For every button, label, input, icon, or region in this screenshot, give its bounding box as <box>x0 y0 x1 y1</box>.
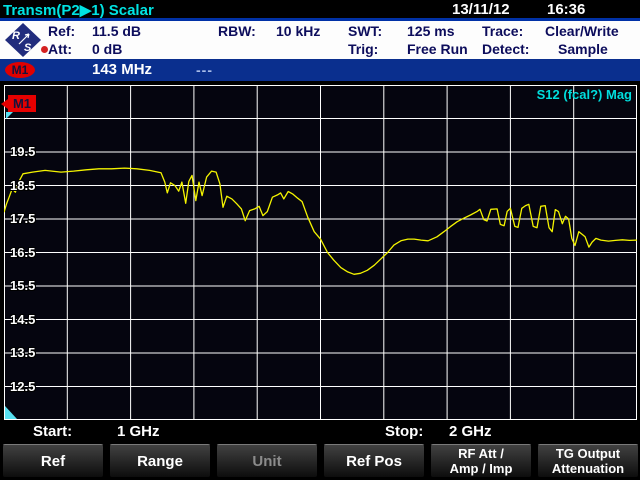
start-label: Start: <box>33 423 72 440</box>
corner-marker-icon <box>5 406 17 419</box>
settings-header: R S Ref: 11.5 dB Att: 0 dB RBW: 10 kHz S… <box>0 21 640 59</box>
softkey-rf-att-amp-imp[interactable]: RF Att / Amp / Imp <box>430 444 532 478</box>
y-axis-tick-label: 18.5 <box>10 178 52 193</box>
marker-flag[interactable]: M1 <box>8 95 36 112</box>
time-display: 16:36 <box>547 1 585 18</box>
softkey-rf-att-label: RF Att / Amp / Imp <box>450 446 513 476</box>
rbw-label: RBW: <box>218 23 256 39</box>
ref-label: Ref: <box>48 23 75 39</box>
softkey-range-label: Range <box>137 454 183 469</box>
y-axis-tick-label: 17.5 <box>10 211 52 226</box>
softkey-ref[interactable]: Ref <box>2 444 104 478</box>
detect-value: Sample <box>558 41 608 57</box>
att-indicator-dot <box>41 46 48 53</box>
att-label: Att: <box>48 41 72 57</box>
swt-value: 125 ms <box>407 23 454 39</box>
softkey-unit[interactable]: Unit <box>216 444 318 478</box>
softkey-unit-label: Unit <box>252 454 281 469</box>
softkey-ref-label: Ref <box>41 454 65 469</box>
y-axis-tick-label: 19.5 <box>10 144 52 159</box>
softkey-tg-output-attenuation[interactable]: TG Output Attenuation <box>537 444 639 478</box>
softkey-tg-output-label: TG Output Attenuation <box>552 446 624 476</box>
marker-flag-label: M1 <box>13 96 31 111</box>
softkey-ref-pos-label: Ref Pos <box>346 454 402 469</box>
marker-readout-row: M1 143 MHz --- <box>0 59 640 81</box>
softkey-ref-pos[interactable]: Ref Pos <box>323 444 425 478</box>
marker-badge[interactable]: M1 <box>5 62 35 78</box>
trig-label: Trig: <box>348 41 378 57</box>
svg-text:S: S <box>24 42 32 54</box>
page-title: Transm(P2▶1) Scalar <box>3 1 154 19</box>
att-value: 0 dB <box>92 41 122 57</box>
analyzer-screen: Transm(P2▶1) Scalar 13/11/12 16:36 R S R… <box>0 0 640 480</box>
stop-value: 2 GHz <box>449 423 492 440</box>
y-axis-tick-label: 14.5 <box>10 312 52 327</box>
y-axis-tick-label: 16.5 <box>10 245 52 260</box>
trace-mode-label: S12 (fcal?) Mag <box>537 87 632 102</box>
svg-text:R: R <box>12 30 20 42</box>
trace-label: Trace: <box>482 23 523 39</box>
title-bar: Transm(P2▶1) Scalar 13/11/12 16:36 <box>0 0 640 18</box>
ref-value: 11.5 dB <box>92 23 141 39</box>
marker-frequency[interactable]: 143 MHz <box>92 61 152 78</box>
stop-label: Stop: <box>385 423 423 440</box>
start-value: 1 GHz <box>117 423 160 440</box>
trace-value: Clear/Write <box>545 23 619 39</box>
rs-logo: R S <box>5 23 41 57</box>
measurement-plot <box>4 85 637 420</box>
swt-label: SWT: <box>348 23 382 39</box>
date-display: 13/11/12 <box>452 1 510 18</box>
marker-value: --- <box>196 62 213 78</box>
softkey-range[interactable]: Range <box>109 444 211 478</box>
y-axis-tick-label: 13.5 <box>10 345 52 360</box>
detect-label: Detect: <box>482 41 529 57</box>
trig-value: Free Run <box>407 41 468 57</box>
rbw-value: 10 kHz <box>276 23 320 39</box>
y-axis-tick-label: 12.5 <box>10 379 52 394</box>
y-axis-tick-label: 15.5 <box>10 278 52 293</box>
graph-area[interactable]: S12 (fcal?) Mag M1 19.5 18.5 17.5 16.5 15.5 1… <box>4 85 637 420</box>
